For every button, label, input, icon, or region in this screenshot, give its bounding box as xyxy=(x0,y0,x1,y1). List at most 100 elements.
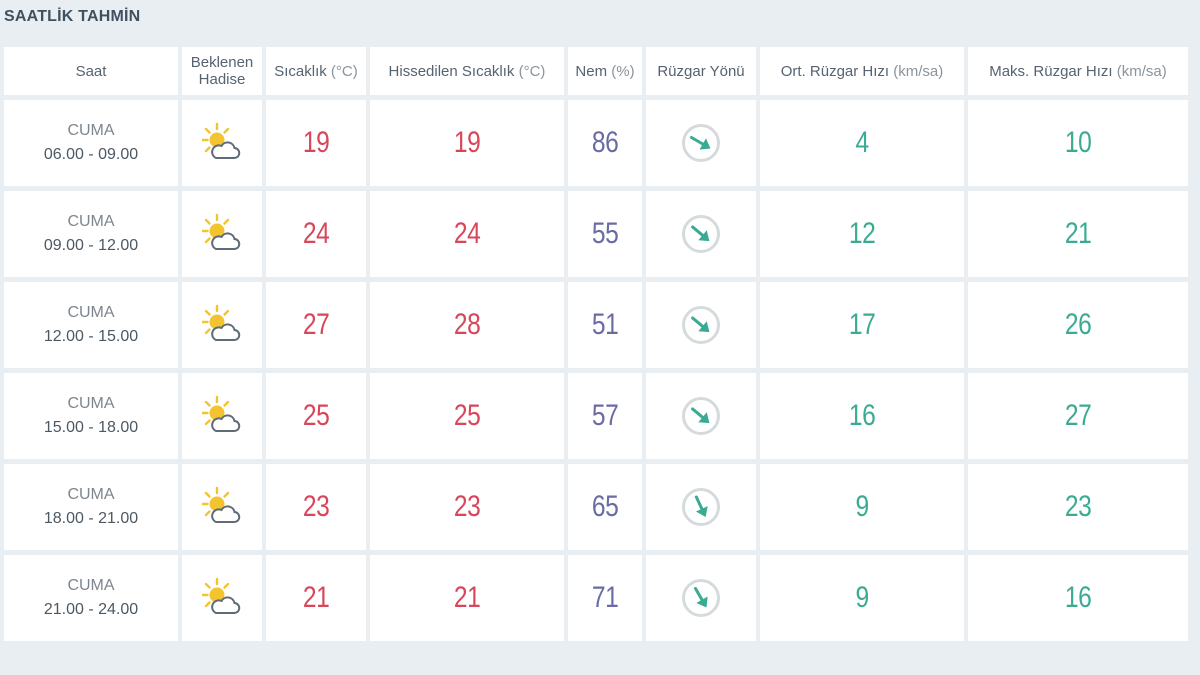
header-hissedilen: Hissedilen Sıcaklık (°C) xyxy=(370,47,564,95)
sun-cloud-icon xyxy=(202,576,242,620)
wind-direction-dial xyxy=(682,124,720,162)
wind-direction-dial xyxy=(682,215,720,253)
temperature-cell: 21 xyxy=(266,555,366,641)
hourly-forecast-table: Saat Beklenen Hadise Sıcaklık (°C) Hisse… xyxy=(4,47,1188,641)
header-hadise-line1: Beklenen xyxy=(190,54,254,71)
wind-direction-cell xyxy=(646,373,756,459)
time-range-label: 18.00 - 21.00 xyxy=(43,510,139,527)
max-wind-cell: 26 xyxy=(968,282,1188,368)
temperature-cell: 19 xyxy=(266,100,366,186)
max-wind-value: 27 xyxy=(1064,399,1092,432)
day-label: CUMA xyxy=(67,486,115,503)
max-wind-cell: 21 xyxy=(968,191,1188,277)
time-cell: CUMA 06.00 - 09.00 xyxy=(4,100,178,186)
humidity-cell: 51 xyxy=(568,282,642,368)
feels-like-value: 25 xyxy=(453,399,481,432)
humidity-value: 55 xyxy=(591,217,619,250)
wind-arrow-icon xyxy=(683,580,719,616)
humidity-cell: 57 xyxy=(568,373,642,459)
wind-direction-cell xyxy=(646,100,756,186)
temperature-cell: 23 xyxy=(266,464,366,550)
feels-like-value: 24 xyxy=(453,217,481,250)
temperature-value: 24 xyxy=(302,217,330,250)
temperature-cell: 24 xyxy=(266,191,366,277)
feels-like-cell: 23 xyxy=(370,464,564,550)
humidity-value: 86 xyxy=(591,126,619,159)
wind-arrow-icon xyxy=(683,307,720,344)
wind-direction-dial xyxy=(682,397,720,435)
header-nem-unit: (%) xyxy=(611,62,635,80)
sun-cloud-icon xyxy=(202,212,242,256)
header-nem: Nem (%) xyxy=(568,47,642,95)
weather-icon-cell xyxy=(182,100,262,186)
humidity-value: 57 xyxy=(591,399,619,432)
feels-like-value: 21 xyxy=(453,581,481,614)
max-wind-value: 10 xyxy=(1064,126,1092,159)
header-maks-ruzgar: Maks. Rüzgar Hızı (km/sa) xyxy=(968,47,1188,95)
feels-like-value: 28 xyxy=(453,308,481,341)
humidity-value: 65 xyxy=(591,490,619,523)
avg-wind-cell: 4 xyxy=(760,100,964,186)
max-wind-value: 26 xyxy=(1064,308,1092,341)
bottom-bar xyxy=(0,646,1200,675)
wind-direction-cell xyxy=(646,282,756,368)
avg-wind-value: 16 xyxy=(848,399,876,432)
wind-direction-cell xyxy=(646,191,756,277)
header-maks-ruzgar-unit: (km/sa) xyxy=(1116,62,1167,80)
section-title: SAATLİK TAHMİN xyxy=(4,8,141,25)
feels-like-cell: 25 xyxy=(370,373,564,459)
time-range-label: 06.00 - 09.00 xyxy=(43,146,139,163)
avg-wind-cell: 9 xyxy=(760,555,964,641)
feels-like-cell: 19 xyxy=(370,100,564,186)
max-wind-value: 16 xyxy=(1064,581,1092,614)
time-range-label: 12.00 - 15.00 xyxy=(43,328,139,345)
header-ruzgar-yonu-label: Rüzgar Yönü xyxy=(657,62,745,80)
time-cell: CUMA 15.00 - 18.00 xyxy=(4,373,178,459)
wind-arrow-icon xyxy=(683,216,720,253)
time-cell: CUMA 18.00 - 21.00 xyxy=(4,464,178,550)
avg-wind-value: 4 xyxy=(855,126,869,159)
humidity-value: 71 xyxy=(591,581,619,614)
wind-arrow-icon xyxy=(683,398,720,435)
wind-direction-dial xyxy=(682,579,720,617)
temperature-value: 25 xyxy=(302,399,330,432)
feels-like-value: 19 xyxy=(453,126,481,159)
max-wind-value: 23 xyxy=(1064,490,1092,523)
day-label: CUMA xyxy=(67,577,115,594)
humidity-cell: 65 xyxy=(568,464,642,550)
avg-wind-value: 12 xyxy=(848,217,876,250)
wind-arrow-icon xyxy=(684,490,719,525)
avg-wind-cell: 9 xyxy=(760,464,964,550)
feels-like-cell: 28 xyxy=(370,282,564,368)
header-hadise-line2: Hadise xyxy=(198,71,246,88)
header-nem-label: Nem xyxy=(575,62,608,80)
time-range-label: 15.00 - 18.00 xyxy=(43,419,139,436)
avg-wind-cell: 16 xyxy=(760,373,964,459)
header-sicaklik: Sıcaklık (°C) xyxy=(266,47,366,95)
temperature-value: 19 xyxy=(302,126,330,159)
header-ort-ruzgar-unit: (km/sa) xyxy=(893,62,944,80)
wind-direction-cell xyxy=(646,555,756,641)
wind-direction-dial xyxy=(682,488,720,526)
header-ruzgar-yonu: Rüzgar Yönü xyxy=(646,47,756,95)
day-label: CUMA xyxy=(67,213,115,230)
humidity-cell: 71 xyxy=(568,555,642,641)
humidity-cell: 55 xyxy=(568,191,642,277)
header-sicaklik-unit: (°C) xyxy=(330,62,358,80)
header-ort-ruzgar-label: Ort. Rüzgar Hızı xyxy=(780,62,890,80)
weather-icon-cell xyxy=(182,464,262,550)
wind-direction-dial xyxy=(682,306,720,344)
temperature-cell: 25 xyxy=(266,373,366,459)
feels-like-value: 23 xyxy=(453,490,481,523)
sun-cloud-icon xyxy=(202,485,242,529)
weather-icon-cell xyxy=(182,191,262,277)
sun-cloud-icon xyxy=(202,121,242,165)
temperature-value: 21 xyxy=(302,581,330,614)
feels-like-cell: 24 xyxy=(370,191,564,277)
max-wind-cell: 10 xyxy=(968,100,1188,186)
header-ort-ruzgar: Ort. Rüzgar Hızı (km/sa) xyxy=(760,47,964,95)
humidity-value: 51 xyxy=(591,308,619,341)
header-saat-label: Saat xyxy=(75,62,107,80)
max-wind-value: 21 xyxy=(1064,217,1092,250)
avg-wind-value: 9 xyxy=(855,490,869,523)
